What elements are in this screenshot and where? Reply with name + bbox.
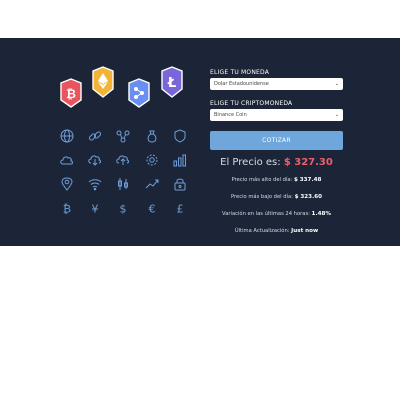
candlestick-icon	[115, 176, 131, 192]
bitcoin-icon: ₿	[60, 78, 82, 108]
svg-text:Ł: Ł	[167, 76, 176, 91]
globe-icon	[59, 128, 75, 144]
wifi-icon	[87, 176, 103, 192]
svg-text:₿: ₿	[66, 87, 76, 101]
bitcoin-symbol-icon: ₿	[59, 200, 75, 216]
price-label: El Precio es:	[220, 157, 281, 168]
change-value: 1.48%	[311, 211, 331, 217]
trend-up-icon	[144, 176, 160, 192]
chevron-down-icon: ⌄	[334, 112, 339, 118]
cloud-upload-icon	[115, 152, 131, 168]
updated-stat: Última Actualización: Just now	[210, 228, 343, 234]
high-price-stat: Precio más alto del día: $ 337.48	[210, 177, 343, 183]
currency-label: ELIGE TU MONEDA	[210, 69, 270, 76]
link-icon	[87, 128, 103, 144]
gear-icon	[144, 152, 160, 168]
svg-text:₿: ₿	[63, 203, 71, 216]
svg-text:¥: ¥	[92, 203, 99, 216]
svg-text:£: £	[177, 203, 184, 216]
price-result: El Precio es: $ 327.30	[210, 157, 343, 168]
cloud-download-icon	[87, 152, 103, 168]
low-price-value: $ 323.60	[294, 194, 322, 200]
crypto-quote-panel: ₿ Ł ₿ ¥ $ € £ ELIGE TU MONEDA Dolar Esta…	[0, 38, 400, 246]
svg-text:$: $	[120, 203, 127, 216]
pound-symbol-icon: £	[172, 200, 188, 216]
low-price-stat: Precio más bajo del día: $ 323.60	[210, 194, 343, 200]
cotizar-button[interactable]: COTIZAR	[210, 131, 343, 150]
network-icon	[115, 128, 131, 144]
currency-select[interactable]: Dolar Estadounidense ⌄	[210, 78, 343, 90]
svg-text:€: €	[149, 203, 156, 216]
low-price-label: Precio más bajo del día:	[230, 194, 293, 200]
chevron-down-icon: ⌄	[334, 81, 339, 87]
crypto-illustration: ₿ Ł ₿ ¥ $ € £	[55, 66, 195, 246]
ripple-icon	[128, 78, 150, 108]
shield-icon	[172, 128, 188, 144]
crypto-label: ELIGE TU CRIPTOMONEDA	[210, 100, 293, 107]
cloud-icon	[59, 152, 75, 168]
change-label: Variación en las últimas 24 horas:	[222, 211, 310, 217]
crypto-select[interactable]: Binance Coin ⌄	[210, 109, 343, 121]
updated-label: Última Actualización:	[234, 228, 290, 234]
quote-form: ELIGE TU MONEDA Dolar Estadounidense ⌄ E…	[210, 68, 343, 234]
crypto-select-value: Binance Coin	[214, 112, 247, 118]
updated-value: Just now	[291, 228, 319, 234]
dollar-symbol-icon: $	[115, 200, 131, 216]
bar-chart-icon	[172, 152, 188, 168]
high-price-label: Precio más alto del día:	[231, 177, 293, 183]
price-value: $ 327.30	[283, 157, 333, 168]
yen-symbol-icon: ¥	[87, 200, 103, 216]
wallet-bag-icon	[144, 128, 160, 144]
euro-symbol-icon: €	[144, 200, 160, 216]
location-pin-icon	[59, 176, 75, 192]
change-stat: Variación en las últimas 24 horas: 1.48%	[210, 211, 343, 217]
litecoin-icon: Ł	[161, 66, 183, 98]
currency-select-value: Dolar Estadounidense	[214, 81, 269, 87]
ethereum-icon	[92, 66, 114, 98]
lock-icon	[172, 176, 188, 192]
high-price-value: $ 337.48	[293, 177, 322, 183]
